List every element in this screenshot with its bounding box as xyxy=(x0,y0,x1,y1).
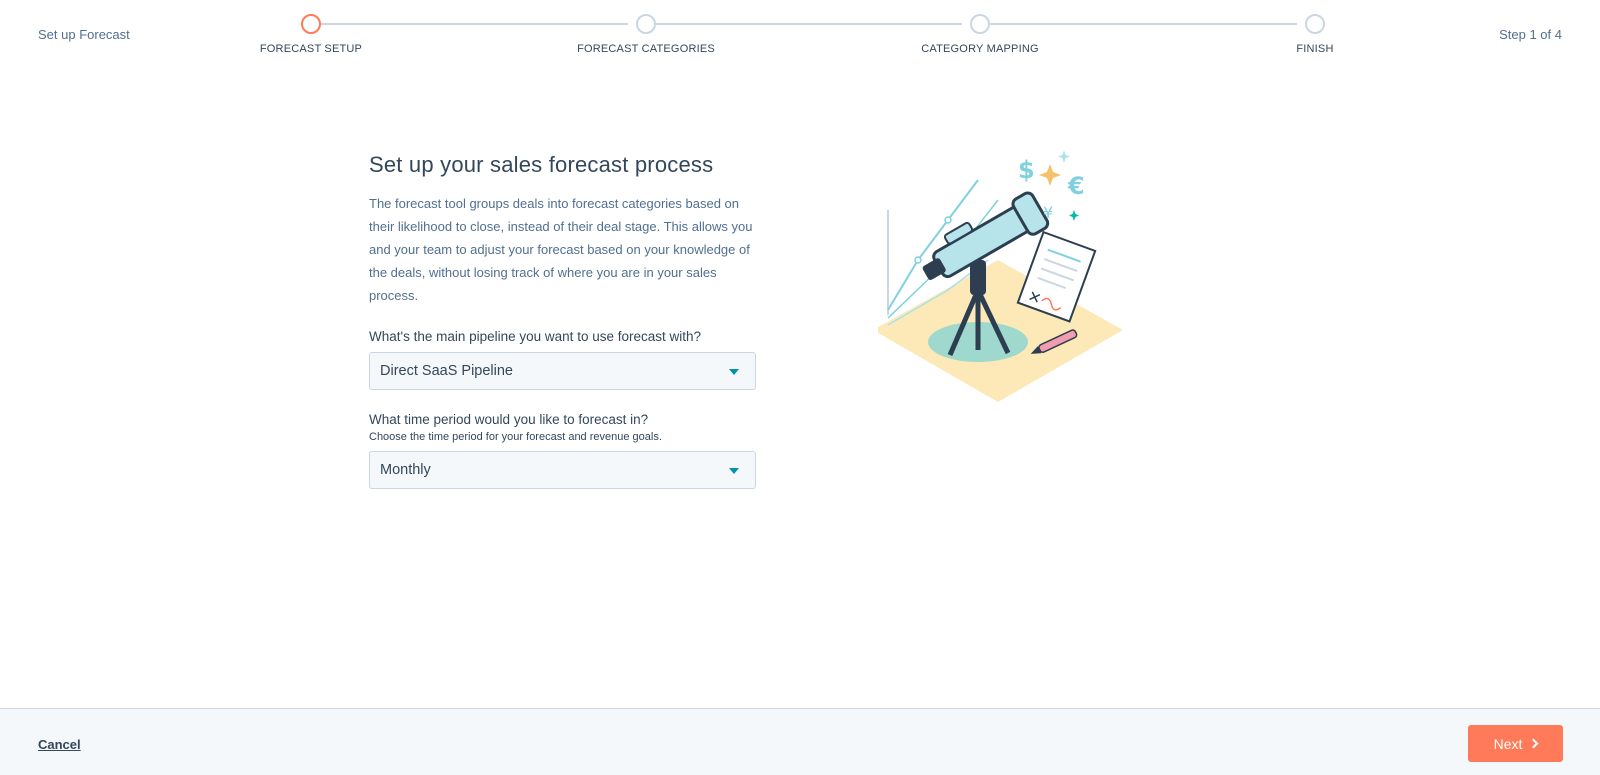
period-select[interactable]: Monthly xyxy=(369,451,756,489)
period-select-value: Monthly xyxy=(380,462,431,478)
next-button[interactable]: Next xyxy=(1468,725,1563,762)
period-label: What time period would you like to forec… xyxy=(369,412,649,427)
chevron-right-icon xyxy=(1528,738,1539,749)
caret-down-icon xyxy=(729,468,739,474)
tripod-head xyxy=(970,260,986,295)
step-label-finish: FINISH xyxy=(1296,43,1334,55)
step-label-category-mapping: CATEGORY MAPPING xyxy=(921,43,1039,55)
step-counter: Step 1 of 4 xyxy=(1499,27,1562,42)
sparkle-icon xyxy=(1069,210,1079,221)
step-indicator-finish xyxy=(1305,14,1325,34)
step-label-forecast-setup: FORECAST SETUP xyxy=(259,43,363,55)
step-connector xyxy=(656,23,962,25)
euro-icon: € xyxy=(1067,172,1085,200)
intro-text: The forecast tool groups deals into fore… xyxy=(369,196,753,303)
step-connector xyxy=(321,23,628,25)
sparkle-icon xyxy=(1039,164,1061,186)
chart-point-icon xyxy=(914,256,922,264)
period-help-text: Choose the time period for your forecast… xyxy=(369,431,662,443)
step-indicator-forecast-setup xyxy=(301,14,321,34)
period-field: What time period would you like to forec… xyxy=(369,412,759,489)
setup-form: Set up your sales forecast process The f… xyxy=(369,152,759,489)
pipeline-field: What's the main pipeline you want to use… xyxy=(369,329,759,390)
next-button-label: Next xyxy=(1493,735,1523,752)
footer-bar: Cancel Next xyxy=(0,708,1600,775)
sparkle-icon xyxy=(1058,150,1070,163)
telescope-illustration: $ € ¥ xyxy=(873,150,1128,410)
telescope-illustration-svg: $ € ¥ xyxy=(873,150,1123,402)
pipeline-select-value: Direct SaaS Pipeline xyxy=(380,363,513,379)
step-indicator-category-mapping xyxy=(970,14,990,34)
caret-down-icon xyxy=(729,369,739,375)
yen-icon: ¥ xyxy=(1043,203,1053,222)
pipeline-label: What's the main pipeline you want to use… xyxy=(369,329,702,344)
dollar-icon: $ xyxy=(1018,156,1035,184)
pipeline-select[interactable]: Direct SaaS Pipeline xyxy=(369,352,756,390)
cancel-link[interactable]: Cancel xyxy=(38,737,81,752)
step-connector xyxy=(990,23,1297,25)
chart-point-icon xyxy=(944,216,952,224)
step-indicator-forecast-categories xyxy=(636,14,656,34)
step-label-forecast-categories: FORECAST CATEGORIES xyxy=(577,43,715,55)
progress-stepper: FORECAST SETUP FORECAST CATEGORIES CATEG… xyxy=(0,0,1600,70)
page-heading: Set up your sales forecast process xyxy=(369,152,714,177)
